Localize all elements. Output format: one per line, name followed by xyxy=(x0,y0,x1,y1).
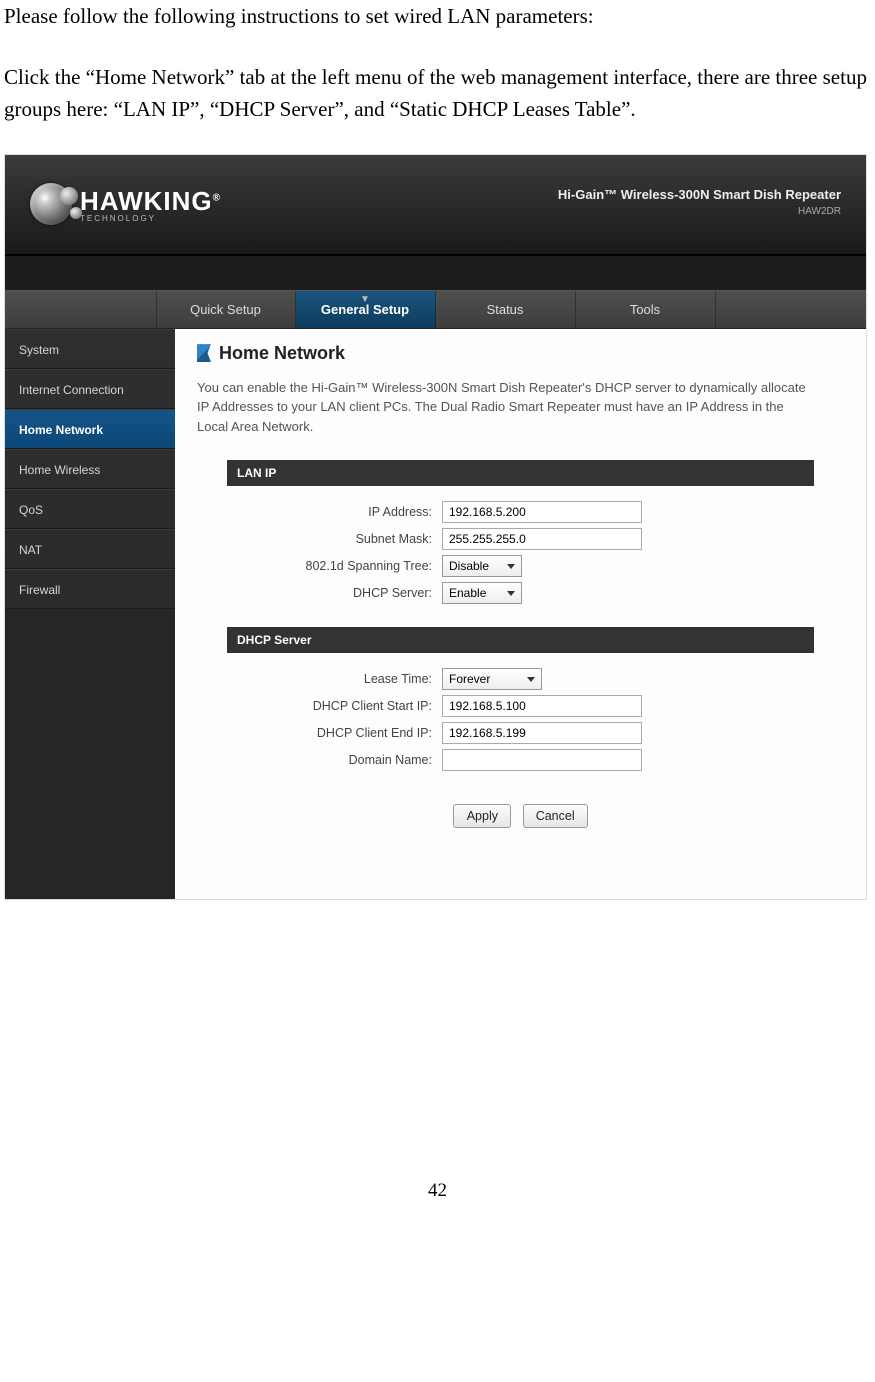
sidebar-item-firewall[interactable]: Firewall xyxy=(5,569,175,609)
select-spanning-tree-value: Disable xyxy=(449,559,489,573)
sidebar-item-home-wireless[interactable]: Home Wireless xyxy=(5,449,175,489)
section-header-lan-ip: LAN IP xyxy=(227,460,814,486)
brand-name: HAWKING® xyxy=(80,186,221,216)
sidebar-item-qos[interactable]: QoS xyxy=(5,489,175,529)
label-dhcp-server: DHCP Server: xyxy=(227,586,442,600)
input-dhcp-start-ip[interactable] xyxy=(442,695,642,717)
select-dhcp-server[interactable]: Enable xyxy=(442,582,522,604)
input-dhcp-end-ip[interactable] xyxy=(442,722,642,744)
sidebar: System Internet Connection Home Network … xyxy=(5,329,175,899)
page-title: Home Network xyxy=(219,343,345,364)
doc-paragraph-2: Click the “Home Network” tab at the left… xyxy=(4,61,871,126)
cancel-button[interactable]: Cancel xyxy=(523,804,588,828)
sidebar-item-system[interactable]: System xyxy=(5,329,175,369)
app-header: HAWKING® TECHNOLOGY Hi-Gain™ Wireless-30… xyxy=(5,155,866,255)
section-header-dhcp-server: DHCP Server xyxy=(227,627,814,653)
brand-mark-icon xyxy=(30,183,72,225)
sidebar-item-home-network[interactable]: Home Network xyxy=(5,409,175,449)
label-spanning-tree: 802.1d Spanning Tree: xyxy=(227,559,442,573)
sidebar-item-nat[interactable]: NAT xyxy=(5,529,175,569)
label-dhcp-end-ip: DHCP Client End IP: xyxy=(227,726,442,740)
sidebar-item-internet-connection[interactable]: Internet Connection xyxy=(5,369,175,409)
page-description: You can enable the Hi-Gain™ Wireless-300… xyxy=(197,378,817,437)
select-dhcp-server-value: Enable xyxy=(449,586,486,600)
header-spacer xyxy=(5,255,866,291)
doc-paragraph-1: Please follow the following instructions… xyxy=(4,0,871,33)
router-admin-screenshot: HAWKING® TECHNOLOGY Hi-Gain™ Wireless-30… xyxy=(4,154,867,900)
product-model: HAW2DR xyxy=(558,206,841,217)
chevron-down-icon xyxy=(507,564,515,569)
select-lease-time[interactable]: Forever xyxy=(442,668,542,690)
label-dhcp-start-ip: DHCP Client Start IP: xyxy=(227,699,442,713)
label-domain-name: Domain Name: xyxy=(227,753,442,767)
chevron-down-icon xyxy=(507,591,515,596)
input-domain-name[interactable] xyxy=(442,749,642,771)
tab-tools[interactable]: Tools xyxy=(576,291,716,328)
top-nav: Quick Setup General Setup Status Tools xyxy=(5,291,866,329)
chevron-down-icon xyxy=(527,677,535,682)
brand-logo: HAWKING® TECHNOLOGY xyxy=(5,183,221,225)
flag-icon xyxy=(197,344,211,362)
input-subnet-mask[interactable] xyxy=(442,528,642,550)
product-name: Hi-Gain™ Wireless-300N Smart Dish Repeat… xyxy=(558,187,841,202)
button-row: Apply Cancel xyxy=(197,794,844,834)
brand-main-text: HAWKING xyxy=(80,186,213,216)
tab-quick-setup[interactable]: Quick Setup xyxy=(156,291,296,328)
header-product-info: Hi-Gain™ Wireless-300N Smart Dish Repeat… xyxy=(558,187,841,217)
select-lease-time-value: Forever xyxy=(449,672,490,686)
brand-reg-symbol: ® xyxy=(213,192,221,203)
label-ip-address: IP Address: xyxy=(227,505,442,519)
page-title-row: Home Network xyxy=(197,343,844,364)
label-subnet-mask: Subnet Mask: xyxy=(227,532,442,546)
page-number: 42 xyxy=(4,1180,871,1202)
tab-general-setup[interactable]: General Setup xyxy=(296,291,436,328)
select-spanning-tree[interactable]: Disable xyxy=(442,555,522,577)
input-ip-address[interactable] xyxy=(442,501,642,523)
main-content: Home Network You can enable the Hi-Gain™… xyxy=(175,329,866,899)
tab-status[interactable]: Status xyxy=(436,291,576,328)
label-lease-time: Lease Time: xyxy=(227,672,442,686)
apply-button[interactable]: Apply xyxy=(453,804,511,828)
